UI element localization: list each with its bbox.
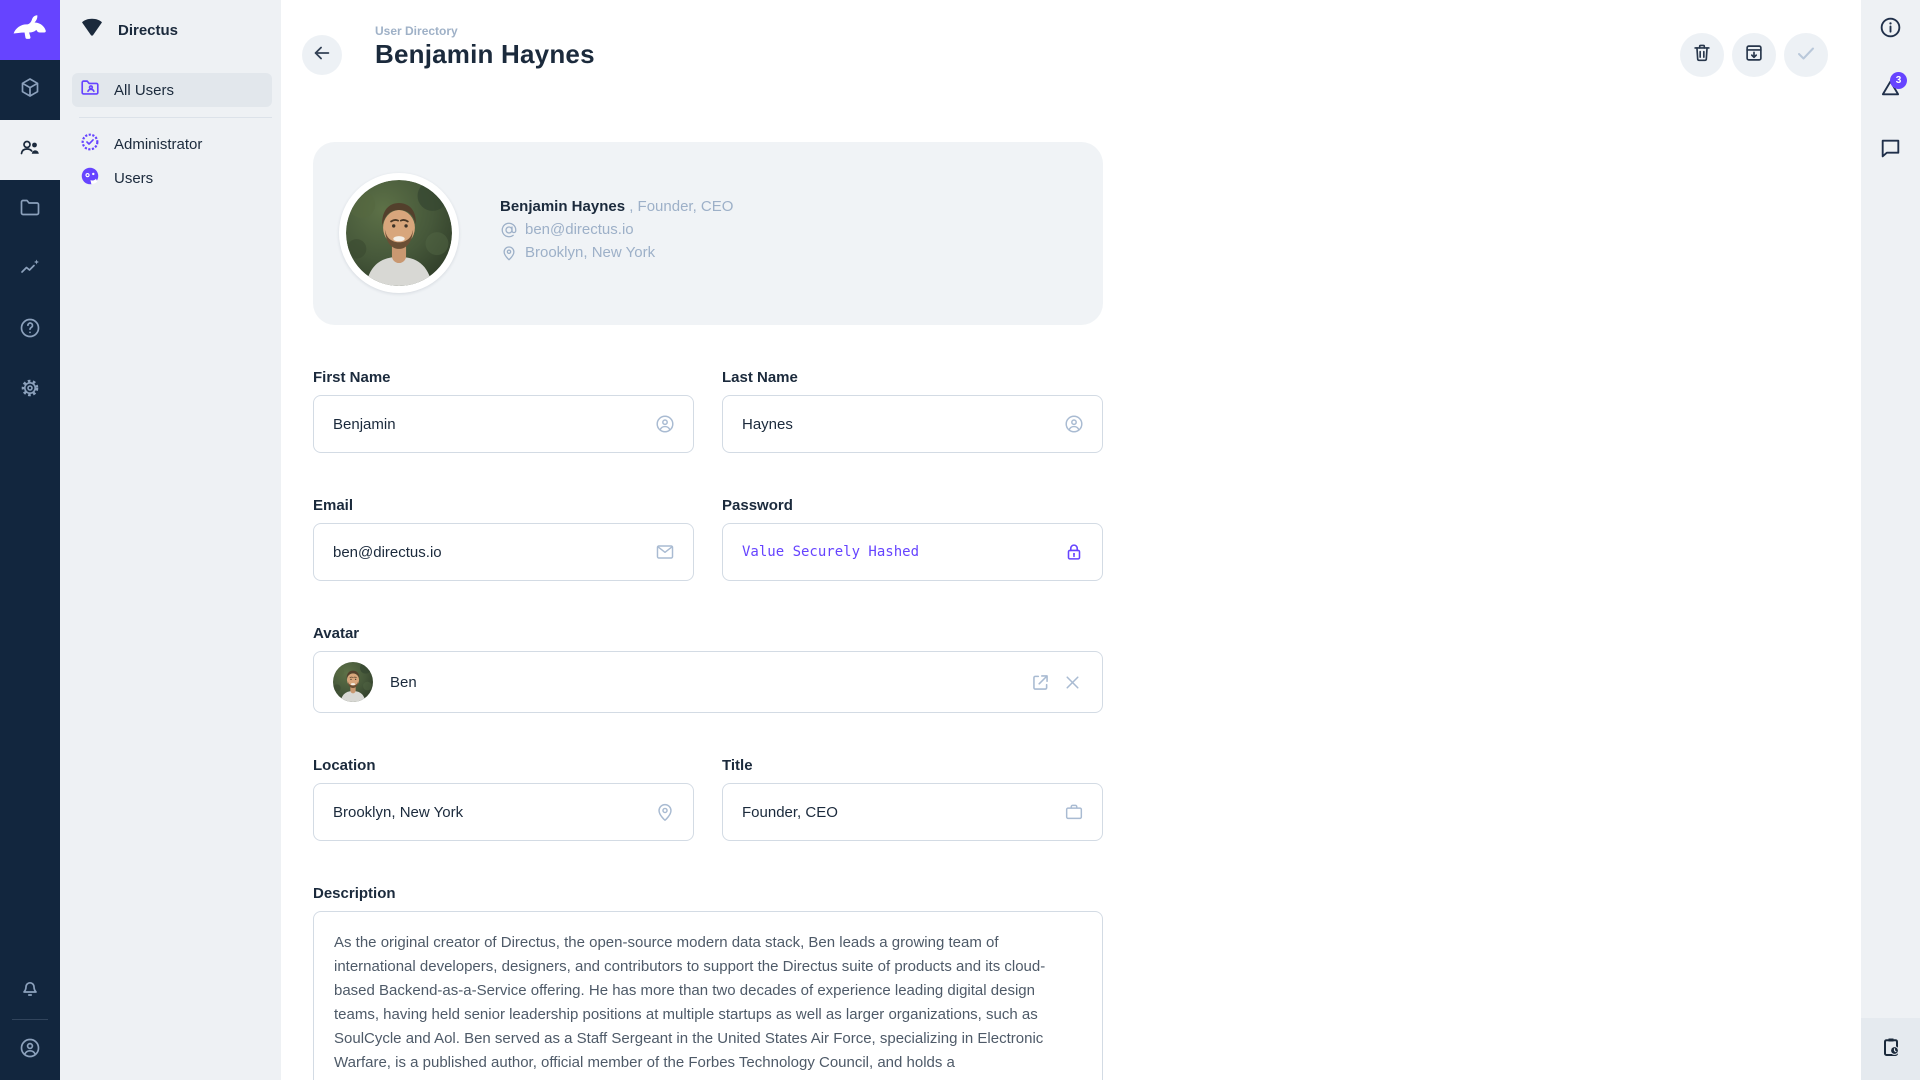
field-label: Password xyxy=(722,497,1103,514)
form-content: Benjamin Haynes , Founder, CEO ben@direc… xyxy=(313,142,1103,1080)
field-label: Description xyxy=(313,885,1103,902)
description-field: Description As the original creator of D… xyxy=(313,885,1103,1080)
save-button[interactable] xyxy=(1784,33,1828,77)
module-files[interactable] xyxy=(0,180,60,240)
sidebar-item-label: Users xyxy=(114,170,153,187)
face-icon xyxy=(79,165,101,192)
module-user-directory[interactable] xyxy=(0,120,60,180)
comments-sidebar-button[interactable] xyxy=(1861,120,1920,180)
field-label: Location xyxy=(313,757,694,774)
revisions-sidebar-button[interactable]: 3 xyxy=(1861,60,1920,120)
check-icon xyxy=(1794,41,1818,70)
title-input[interactable] xyxy=(723,784,1102,840)
sidebar-item-administrator[interactable]: Administrator xyxy=(72,127,272,161)
field-label: Title xyxy=(722,757,1103,774)
profile-name: Benjamin Haynes xyxy=(500,198,625,215)
sidebar-item-all-users[interactable]: All Users xyxy=(72,73,272,107)
activity-sidebar-button[interactable] xyxy=(1861,1018,1920,1080)
person-circle-icon xyxy=(654,413,676,435)
module-insights[interactable] xyxy=(0,240,60,300)
trash-icon xyxy=(1691,42,1713,69)
lock-icon xyxy=(1063,541,1085,563)
help-circle-icon xyxy=(18,316,42,345)
module-help[interactable] xyxy=(0,300,60,360)
user-circle-icon xyxy=(18,1036,42,1065)
sidebar-item-label: All Users xyxy=(114,82,174,99)
profile-card: Benjamin Haynes , Founder, CEO ben@direc… xyxy=(313,142,1103,325)
location-input[interactable] xyxy=(314,784,693,840)
verified-badge-icon xyxy=(79,131,101,158)
profile-location: Brooklyn, New York xyxy=(525,241,655,264)
directus-logo[interactable] xyxy=(0,0,60,60)
avatar[interactable] xyxy=(339,173,459,293)
location-field: Location xyxy=(313,757,694,841)
cube-icon xyxy=(18,76,42,105)
field-label: Email xyxy=(313,497,694,514)
current-user-avatar[interactable] xyxy=(0,1020,60,1080)
sidebar-item-users[interactable]: Users xyxy=(72,161,272,195)
map-pin-icon xyxy=(654,801,676,823)
folder-user-icon xyxy=(79,77,101,104)
person-circle-icon xyxy=(1063,413,1085,435)
arrow-left-icon xyxy=(311,42,333,69)
notifications-bell[interactable] xyxy=(0,959,60,1019)
field-label: Avatar xyxy=(313,625,1103,642)
gear-icon xyxy=(18,376,42,405)
avatar-input[interactable]: Ben xyxy=(313,651,1103,713)
navigation-panel: Directus All Users Administrator Users xyxy=(60,0,281,1080)
mail-icon xyxy=(654,541,676,563)
breadcrumb[interactable]: User Directory xyxy=(375,24,458,38)
back-button[interactable] xyxy=(302,35,342,75)
profile-card-text: Benjamin Haynes , Founder, CEO ben@direc… xyxy=(500,195,733,264)
avatar-field: Avatar Ben xyxy=(313,625,1103,713)
last-name-input[interactable] xyxy=(723,396,1102,452)
directus-rabbit-icon xyxy=(10,14,50,47)
clipboard-clock-icon xyxy=(1879,1035,1903,1064)
profile-role: , Founder, CEO xyxy=(629,198,733,215)
module-content[interactable] xyxy=(0,60,60,120)
description-input[interactable]: As the original creator of Directus, the… xyxy=(313,911,1103,1080)
page-title: Benjamin Haynes xyxy=(375,39,595,70)
insights-chart-icon xyxy=(18,256,42,285)
fan-icon xyxy=(79,17,105,44)
archive-button[interactable] xyxy=(1732,33,1776,77)
project-header[interactable]: Directus xyxy=(60,0,281,60)
last-name-field: Last Name xyxy=(722,369,1103,453)
avatar-thumbnail xyxy=(333,662,373,702)
password-input[interactable] xyxy=(723,524,1102,580)
launch-icon[interactable] xyxy=(1030,672,1051,693)
at-icon xyxy=(500,221,518,239)
map-pin-icon xyxy=(500,244,518,262)
bell-icon xyxy=(18,975,42,1004)
email-field: Email xyxy=(313,497,694,581)
close-icon[interactable] xyxy=(1062,672,1083,693)
comment-bubble-icon xyxy=(1878,135,1903,165)
password-field: Password xyxy=(722,497,1103,581)
briefcase-icon xyxy=(1063,801,1085,823)
first-name-input[interactable] xyxy=(314,396,693,452)
project-name: Directus xyxy=(118,22,178,39)
module-bar xyxy=(0,0,60,1080)
revisions-count-badge: 3 xyxy=(1890,72,1907,89)
archive-icon xyxy=(1743,42,1765,69)
right-sidebar: 3 xyxy=(1861,0,1920,1080)
info-sidebar-button[interactable] xyxy=(1861,0,1920,60)
folder-icon xyxy=(18,196,42,225)
field-label: First Name xyxy=(313,369,694,386)
info-circle-icon xyxy=(1878,15,1903,45)
first-name-field: First Name xyxy=(313,369,694,453)
module-settings[interactable] xyxy=(0,360,60,420)
app-window: Directus All Users Administrator Users xyxy=(0,0,1920,1080)
header-actions xyxy=(1680,33,1828,77)
sidebar-item-label: Administrator xyxy=(114,136,202,153)
delete-button[interactable] xyxy=(1680,33,1724,77)
field-label: Last Name xyxy=(722,369,1103,386)
main-content: User Directory Benjamin Haynes xyxy=(281,0,1861,1080)
avatar-file-name: Ben xyxy=(390,674,1013,691)
nav-divider xyxy=(79,117,272,118)
profile-email: ben@directus.io xyxy=(525,218,634,241)
users-group-icon xyxy=(18,136,42,165)
title-field: Title xyxy=(722,757,1103,841)
email-input[interactable] xyxy=(314,524,693,580)
